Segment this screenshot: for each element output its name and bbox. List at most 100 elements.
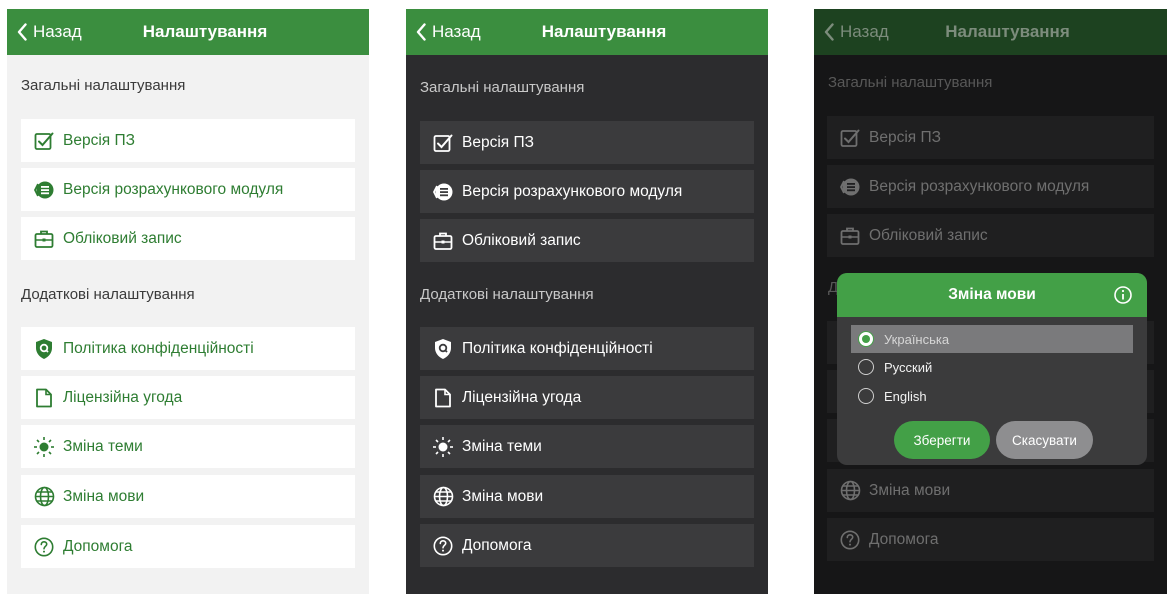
page-title: Налаштування	[945, 22, 1070, 41]
top-bar: Назад Налаштування	[814, 9, 1167, 55]
top-bar: Назад Налаштування	[406, 9, 768, 55]
settings-item-privacy-policy[interactable]: Політика конфіденційності	[420, 327, 754, 370]
settings-screen-language-dialog: Назад Налаштування Загальні налаштування…	[814, 9, 1167, 594]
settings-item-label: Зміна мови	[462, 487, 544, 505]
settings-item-label: Політика конфіденційності	[63, 339, 254, 357]
back-label: Назад	[33, 22, 82, 41]
settings-item-label: Допомога	[869, 530, 939, 548]
settings-item-theme[interactable]: Зміна теми	[21, 425, 355, 468]
checkbox-icon	[432, 132, 454, 154]
settings-item-module-version[interactable]: Версія розрахункового модуля	[827, 165, 1154, 208]
settings-item-label: Ліцензійна угода	[63, 388, 183, 406]
settings-item-label: Обліковий запис	[462, 231, 581, 249]
section-general-label: Загальні налаштування	[828, 74, 993, 91]
settings-item-module-version[interactable]: Версія розрахункового модуля	[420, 170, 754, 213]
dialog-header: Зміна мови	[837, 273, 1147, 317]
section-general-label: Загальні налаштування	[21, 77, 186, 94]
back-button[interactable]: Назад	[17, 9, 82, 55]
page-title: Налаштування	[541, 22, 667, 41]
settings-item-account[interactable]: Обліковий запис	[827, 214, 1154, 257]
language-option-label: English	[884, 388, 927, 404]
settings-item-label: Версія ПЗ	[462, 133, 534, 151]
settings-item-label: Зміна мови	[869, 481, 951, 499]
settings-item-language[interactable]: Зміна мови	[21, 475, 355, 518]
settings-item-label: Обліковий запис	[869, 226, 988, 244]
document-icon	[432, 387, 454, 409]
section-general-label: Загальні налаштування	[420, 79, 585, 96]
back-button[interactable]: Назад	[824, 9, 889, 55]
top-bar: Назад Налаштування	[7, 9, 369, 55]
settings-item-privacy-policy[interactable]: Політика конфіденційності	[21, 327, 355, 370]
document-icon	[33, 387, 55, 409]
language-dialog: Зміна мови Українська Русский English Зб…	[837, 273, 1147, 465]
language-option-label: Українська	[884, 331, 950, 347]
briefcase-icon	[33, 228, 55, 250]
checkbox-icon	[839, 127, 861, 149]
chevron-left-icon	[17, 23, 27, 41]
back-button[interactable]: Назад	[416, 9, 481, 55]
settings-item-label: Версія ПЗ	[869, 128, 941, 146]
settings-item-account[interactable]: Обліковий запис	[21, 217, 355, 260]
language-option-english[interactable]: English	[851, 382, 1133, 410]
globe-icon	[839, 480, 861, 502]
settings-item-language[interactable]: Зміна мови	[420, 475, 754, 518]
module-icon	[839, 176, 861, 198]
settings-screen-light: Назад Налаштування Загальні налаштування…	[7, 9, 369, 594]
module-icon	[432, 181, 454, 203]
settings-item-label: Зміна мови	[63, 487, 145, 505]
settings-item-software-version[interactable]: Версія ПЗ	[420, 121, 754, 164]
settings-item-label: Версія розрахункового модуля	[869, 177, 1090, 195]
save-button[interactable]: Зберегти	[894, 421, 990, 459]
shield-icon	[33, 338, 55, 360]
globe-icon	[432, 486, 454, 508]
checkbox-icon	[33, 130, 55, 152]
language-option-russian[interactable]: Русский	[851, 353, 1133, 381]
radio-selected-icon	[858, 331, 874, 347]
help-icon	[839, 529, 861, 551]
back-label: Назад	[840, 22, 889, 41]
module-icon	[33, 179, 55, 201]
settings-item-label: Версія ПЗ	[63, 131, 135, 149]
settings-item-label: Версія розрахункового модуля	[63, 180, 284, 198]
settings-item-software-version[interactable]: Версія ПЗ	[827, 116, 1154, 159]
help-icon	[432, 535, 454, 557]
globe-icon	[33, 486, 55, 508]
dialog-title: Зміна мови	[948, 286, 1036, 303]
briefcase-icon	[432, 230, 454, 252]
cancel-button[interactable]: Скасувати	[996, 421, 1093, 459]
radio-icon	[858, 359, 874, 375]
section-additional-label: Додаткові налаштування	[21, 286, 195, 303]
shield-icon	[432, 338, 454, 360]
settings-item-license[interactable]: Ліцензійна угода	[420, 376, 754, 419]
settings-item-module-version[interactable]: Версія розрахункового модуля	[21, 168, 355, 211]
settings-item-label: Версія розрахункового модуля	[462, 182, 683, 200]
back-label: Назад	[432, 22, 481, 41]
settings-item-software-version[interactable]: Версія ПЗ	[21, 119, 355, 162]
settings-item-license[interactable]: Ліцензійна угода	[21, 376, 355, 419]
sun-icon	[33, 436, 55, 458]
info-icon[interactable]	[1113, 285, 1133, 305]
settings-item-label: Допомога	[462, 536, 532, 554]
section-additional-label: Додаткові налаштування	[420, 286, 594, 303]
settings-item-label: Ліцензійна угода	[462, 388, 582, 406]
settings-item-help[interactable]: Допомога	[420, 524, 754, 567]
settings-item-help[interactable]: Допомога	[21, 525, 355, 568]
settings-item-label: Зміна теми	[462, 437, 542, 455]
settings-item-theme[interactable]: Зміна теми	[420, 425, 754, 468]
settings-item-label: Політика конфіденційності	[462, 339, 653, 357]
help-icon	[33, 536, 55, 558]
settings-item-language[interactable]: Зміна мови	[827, 469, 1154, 512]
sun-icon	[432, 436, 454, 458]
settings-item-label: Зміна теми	[63, 437, 143, 455]
settings-item-account[interactable]: Обліковий запис	[420, 219, 754, 262]
chevron-left-icon	[416, 23, 426, 41]
language-option-ukrainian[interactable]: Українська	[851, 325, 1133, 353]
briefcase-icon	[839, 225, 861, 247]
chevron-left-icon	[824, 23, 834, 41]
radio-icon	[858, 388, 874, 404]
settings-screen-dark: Назад Налаштування Загальні налаштування…	[406, 9, 768, 594]
language-option-label: Русский	[884, 359, 933, 375]
settings-item-help[interactable]: Допомога	[827, 518, 1154, 561]
settings-item-label: Допомога	[63, 537, 133, 555]
page-title: Налаштування	[142, 22, 268, 41]
